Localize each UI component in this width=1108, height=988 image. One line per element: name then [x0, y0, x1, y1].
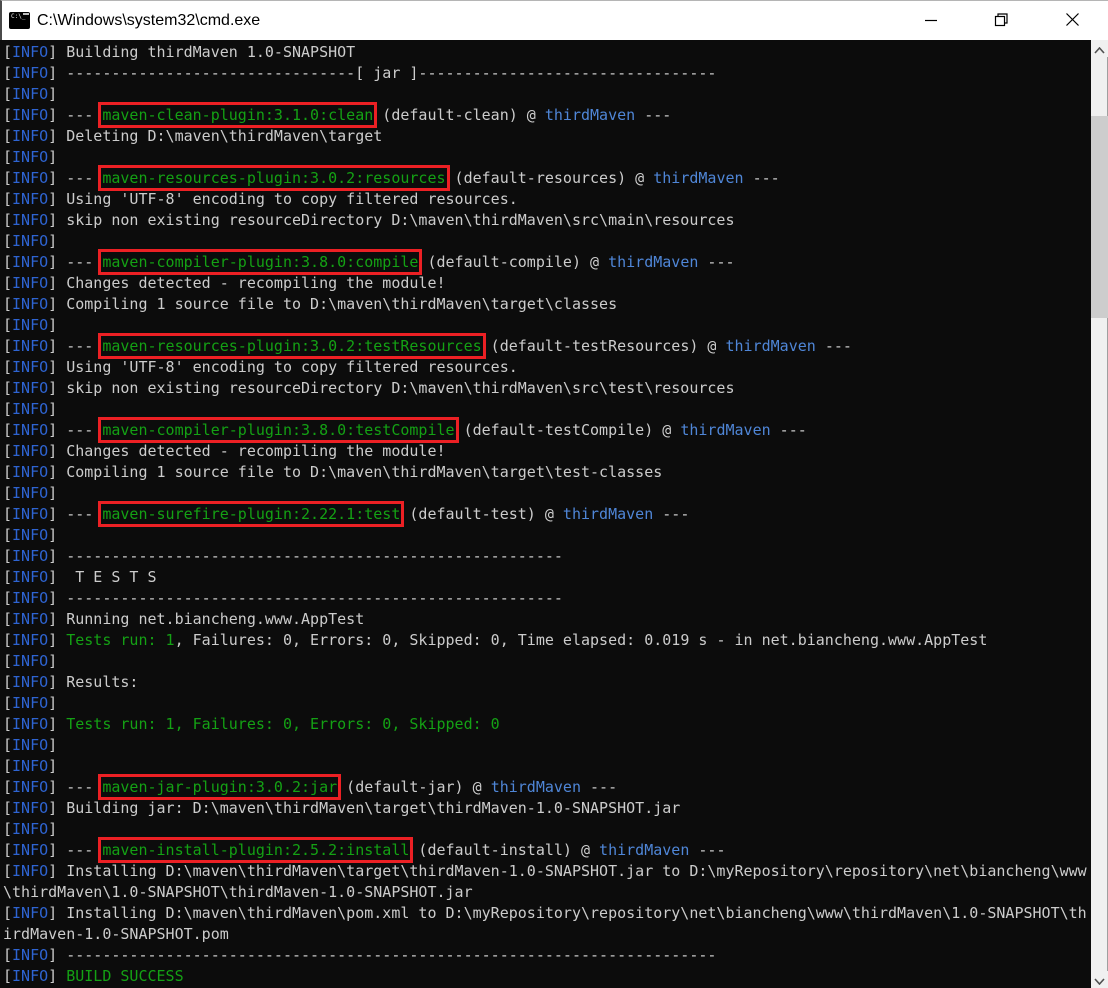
chevron-up-icon: [1094, 39, 1105, 58]
cmd-icon: C:\_: [9, 12, 30, 29]
scroll-thumb[interactable]: [1091, 116, 1108, 318]
console-line: [INFO]: [3, 315, 1091, 336]
console-line: [INFO]: [3, 735, 1091, 756]
console-line: \thirdMaven\1.0-SNAPSHOT\thirdMaven-1.0-…: [3, 882, 1091, 903]
cmd-window: C:\_ C:\Windows\system32\cmd.exe: [0, 0, 1108, 988]
console-line: [INFO]: [3, 147, 1091, 168]
console-line: [INFO] Using 'UTF-8' encoding to copy fi…: [3, 189, 1091, 210]
scrollbar[interactable]: [1091, 40, 1108, 988]
console-line: [INFO] --------------------------------[…: [3, 63, 1091, 84]
console-line: [INFO] ---------------------------------…: [3, 546, 1091, 567]
console-line: [INFO] --- maven-surefire-plugin:2.22.1:…: [3, 504, 1091, 525]
minimize-icon: [924, 13, 938, 30]
console-line: [INFO] Changes detected - recompiling th…: [3, 441, 1091, 462]
console-line: [INFO] Installing D:\maven\thirdMaven\po…: [3, 903, 1091, 924]
titlebar[interactable]: C:\_ C:\Windows\system32\cmd.exe: [0, 0, 1108, 40]
console-line: [INFO] --- maven-clean-plugin:3.1.0:clea…: [3, 105, 1091, 126]
console-line: [INFO] --- maven-compiler-plugin:3.8.0:t…: [3, 420, 1091, 441]
close-icon: [1065, 12, 1080, 30]
restore-icon: [994, 12, 1009, 30]
plugin-annotation-box: maven-resources-plugin:3.0.2:testResourc…: [102, 337, 481, 355]
console-line: [INFO] --- maven-jar-plugin:3.0.2:jar (d…: [3, 777, 1091, 798]
console-line: [INFO]: [3, 651, 1091, 672]
console-line: [INFO] Tests run: 1, Failures: 0, Errors…: [3, 630, 1091, 651]
close-button[interactable]: [1037, 1, 1108, 41]
console-line: [INFO]: [3, 84, 1091, 105]
console-output[interactable]: [INFO] Building thirdMaven 1.0-SNAPSHOT[…: [0, 40, 1091, 988]
console-line: [INFO] Building thirdMaven 1.0-SNAPSHOT: [3, 42, 1091, 63]
console-line: [INFO] T E S T S: [3, 567, 1091, 588]
console-line: [INFO] ---------------------------------…: [3, 588, 1091, 609]
console-line: [INFO] skip non existing resourceDirecto…: [3, 210, 1091, 231]
console-line: irdMaven-1.0-SNAPSHOT.pom: [3, 924, 1091, 945]
plugin-annotation-box: maven-compiler-plugin:3.8.0:testCompile: [102, 421, 454, 439]
console-line: [INFO] --- maven-compiler-plugin:3.8.0:c…: [3, 252, 1091, 273]
console-line: [INFO]: [3, 693, 1091, 714]
console-line: [INFO]: [3, 525, 1091, 546]
console-line: [INFO] Running net.biancheng.www.AppTest: [3, 609, 1091, 630]
console-line: [INFO]: [3, 819, 1091, 840]
console-line: [INFO] Building jar: D:\maven\thirdMaven…: [3, 798, 1091, 819]
plugin-annotation-box: maven-surefire-plugin:2.22.1:test: [102, 505, 400, 523]
console-line: [INFO] BUILD SUCCESS: [3, 966, 1091, 987]
plugin-annotation-box: maven-compiler-plugin:3.8.0:compile: [102, 253, 418, 271]
scroll-down-button[interactable]: [1091, 971, 1108, 988]
console-line: [INFO]: [3, 483, 1091, 504]
plugin-annotation-box: maven-install-plugin:2.5.2:install: [102, 841, 409, 859]
console-line: [INFO] skip non existing resourceDirecto…: [3, 378, 1091, 399]
plugin-annotation-box: maven-clean-plugin:3.1.0:clean: [102, 106, 373, 124]
chevron-down-icon: [1094, 970, 1105, 988]
console-line: [INFO] Compiling 1 source file to D:\mav…: [3, 462, 1091, 483]
caption-buttons: [895, 1, 1108, 41]
plugin-annotation-box: maven-jar-plugin:3.0.2:jar: [102, 778, 337, 796]
console-line: [INFO] Deleting D:\maven\thirdMaven\targ…: [3, 126, 1091, 147]
console-line: [INFO]: [3, 399, 1091, 420]
scroll-up-button[interactable]: [1091, 40, 1108, 57]
console-line: [INFO]: [3, 756, 1091, 777]
console-line: [INFO] Compiling 1 source file to D:\mav…: [3, 294, 1091, 315]
console-line: [INFO] --- maven-install-plugin:2.5.2:in…: [3, 840, 1091, 861]
console-line: [INFO]: [3, 231, 1091, 252]
window-title: C:\Windows\system32\cmd.exe: [37, 12, 260, 30]
console-line: [INFO] ---------------------------------…: [3, 945, 1091, 966]
maximize-restore-button[interactable]: [966, 1, 1037, 41]
console-line: [INFO] Installing D:\maven\thirdMaven\ta…: [3, 861, 1091, 882]
plugin-annotation-box: maven-resources-plugin:3.0.2:resources: [102, 169, 445, 187]
console-line: [INFO] --- maven-resources-plugin:3.0.2:…: [3, 336, 1091, 357]
console-line: [INFO] --- maven-resources-plugin:3.0.2:…: [3, 168, 1091, 189]
console-line: [INFO] Changes detected - recompiling th…: [3, 273, 1091, 294]
cmd-icon-prompt: C:\_: [11, 14, 25, 20]
console-line: [INFO] Results:: [3, 672, 1091, 693]
console-line: [INFO] Using 'UTF-8' encoding to copy fi…: [3, 357, 1091, 378]
console-line: [INFO] Tests run: 1, Failures: 0, Errors…: [3, 714, 1091, 735]
minimize-button[interactable]: [895, 1, 966, 41]
